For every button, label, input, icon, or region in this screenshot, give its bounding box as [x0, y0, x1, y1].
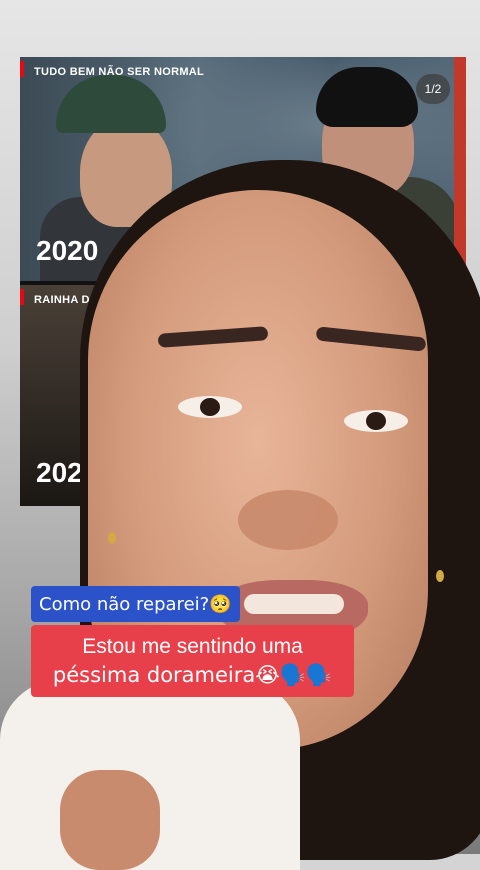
nose [238, 490, 338, 550]
earring-left [108, 532, 116, 544]
eye-right [344, 410, 408, 432]
eyebrow-left [157, 326, 269, 348]
eyebrow-right [315, 326, 427, 352]
earring-right [436, 570, 444, 582]
eye-left [178, 396, 242, 418]
caption-question-text: Como não reparei?🥺 [39, 593, 232, 615]
netflix-red-accent [20, 289, 24, 305]
caption-statement-line-1: Estou me sentindo uma [82, 635, 303, 658]
presenter [0, 160, 480, 870]
caption-statement: Estou me sentindo uma péssima dorameira😭… [31, 625, 354, 697]
caption-statement-line-2: péssima dorameira😭🗣️🗣️ [52, 663, 333, 687]
netflix-red-accent [20, 61, 24, 77]
actor-1-cap [56, 75, 166, 133]
presenter-hand [60, 770, 160, 870]
page-indicator: 1/2 [416, 74, 450, 104]
caption-question: Como não reparei?🥺 [31, 586, 240, 622]
actor-2-hair [316, 67, 418, 127]
show-title-1: TUDO BEM NÃO SER NORMAL [34, 66, 205, 78]
